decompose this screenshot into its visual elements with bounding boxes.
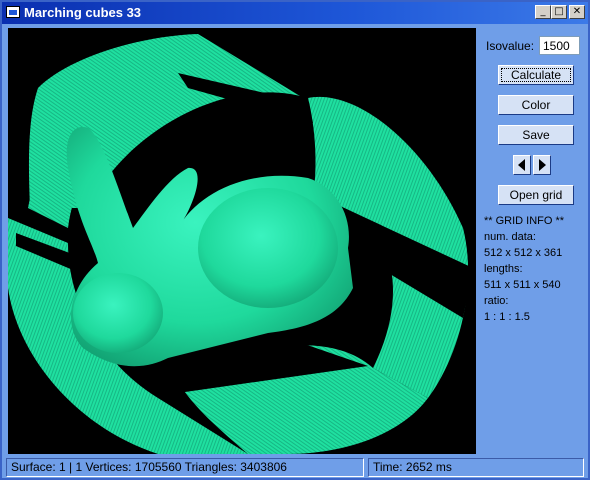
color-button[interactable]: Color — [498, 95, 574, 115]
next-button[interactable] — [533, 155, 551, 175]
maximize-button[interactable]: □ — [551, 5, 567, 19]
status-surface: Surface: 1 | 1 Vertices: 1705560 Triangl… — [6, 458, 364, 477]
app-icon — [6, 6, 20, 18]
left-arrow-icon — [518, 159, 525, 171]
num-data-label: num. data: — [484, 231, 536, 243]
isovalue-label: Isovalue: — [486, 39, 535, 53]
app-window: Marching cubes 33 _ □ ✕ Isovalue: 1500 C… — [0, 0, 590, 480]
minimize-button[interactable]: _ — [535, 5, 551, 19]
open-grid-button[interactable]: Open grid — [498, 185, 574, 205]
ratio-value: 1 : 1 : 1.5 — [484, 311, 530, 323]
calculate-button[interactable]: Calculate — [498, 65, 574, 85]
control-panel: Isovalue: Calculate Color Save Open grid… — [480, 28, 586, 454]
close-button[interactable]: ✕ — [569, 5, 585, 19]
render-viewport[interactable] — [8, 28, 476, 454]
status-time: Time: 2652 ms — [368, 458, 584, 477]
lengths-value: 511 x 511 x 540 — [484, 279, 561, 291]
isosurface-render — [8, 34, 473, 454]
right-arrow-icon — [539, 159, 546, 171]
grid-info-header: ** GRID INFO ** — [484, 215, 565, 227]
title-bar[interactable]: Marching cubes 33 _ □ ✕ — [2, 2, 588, 24]
ratio-label: ratio: — [484, 295, 509, 307]
lengths-label: lengths: — [484, 263, 523, 275]
prev-button[interactable] — [513, 155, 531, 175]
save-button[interactable]: Save — [498, 125, 574, 145]
num-data-value: 512 x 512 x 361 — [484, 247, 563, 259]
isovalue-input[interactable] — [539, 36, 580, 55]
window-title: Marching cubes 33 — [24, 5, 142, 20]
